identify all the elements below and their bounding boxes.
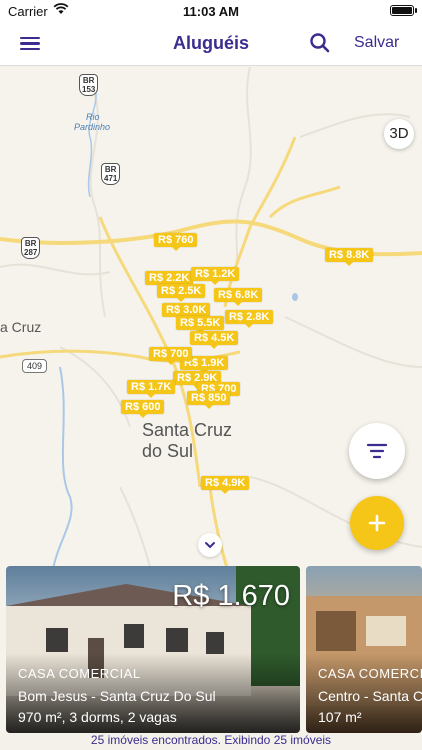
road-number: 409 [22, 359, 48, 373]
price-pin[interactable]: R$ 4.9K [201, 476, 250, 494]
results-summary: 25 imóveis encontrados. Exibindo 25 imóv… [0, 733, 422, 750]
price-pin[interactable]: R$ 760 [154, 233, 198, 251]
search-icon[interactable] [308, 31, 332, 55]
add-button[interactable] [350, 496, 404, 550]
highway-shield: BR 471 [101, 163, 121, 185]
battery-icon [390, 5, 417, 16]
navbar: Aluguéis Salvar [0, 22, 422, 66]
listing-location: Centro - Santa Cruz Do Sul [318, 688, 422, 704]
3d-toggle-button[interactable]: 3D [384, 119, 414, 149]
price-pin[interactable]: R$ 8.8K [325, 248, 374, 266]
price-pin[interactable]: R$ 1.2K [191, 267, 240, 285]
price-pin[interactable]: R$ 700 [149, 347, 193, 365]
listing-price: R$ 1.670 [172, 580, 290, 612]
plus-icon [368, 514, 386, 532]
price-pin[interactable]: R$ 4.5K [190, 331, 239, 349]
price-pin[interactable]: R$ 6.8K [214, 288, 263, 306]
collapse-listings-button[interactable] [198, 533, 222, 557]
listing-card[interactable]: CASA COMERCIAL Centro - Santa Cruz Do Su… [306, 566, 422, 733]
highway-shield: BR 287 [21, 237, 41, 259]
status-bar: Carrier 11:03 AM [0, 0, 422, 22]
save-button[interactable]: Salvar [354, 34, 399, 52]
listing-card[interactable]: R$ 1.670 CASA COMERCIAL Bom Jesus - Sant… [6, 566, 300, 733]
highway-shield: BR 153 [79, 74, 99, 96]
price-pin[interactable]: R$ 2.2K [145, 271, 194, 289]
river-label: Rio Pardinho [74, 112, 111, 132]
listing-type: CASA COMERCIAL [18, 666, 141, 681]
city-label: Santa Cruz do Sul [142, 420, 233, 461]
hamburger-icon[interactable] [20, 34, 46, 54]
listing-specs: 107 m² [318, 709, 362, 725]
price-pin[interactable]: R$ 2.5K [157, 284, 206, 302]
listing-type: CASA COMERCIAL [318, 666, 422, 681]
chevron-down-icon [205, 542, 215, 549]
price-pin[interactable]: R$ 3.0K [162, 303, 211, 321]
place-label: a Cruz [0, 319, 42, 335]
price-pin[interactable]: R$ 850 [187, 391, 231, 409]
filter-button[interactable] [349, 423, 405, 479]
price-pin[interactable]: R$ 5.5K [176, 316, 225, 334]
clock: 11:03 AM [183, 4, 239, 19]
price-pin[interactable]: R$ 2.8K [225, 310, 274, 328]
price-pin[interactable]: R$ 1.7K [127, 380, 176, 398]
filter-icon [366, 443, 388, 459]
listing-location: Bom Jesus - Santa Cruz Do Sul [18, 688, 216, 704]
price-pin[interactable]: R$ 600 [121, 400, 165, 418]
listing-specs: 970 m², 3 dorms, 2 vagas [18, 709, 177, 725]
